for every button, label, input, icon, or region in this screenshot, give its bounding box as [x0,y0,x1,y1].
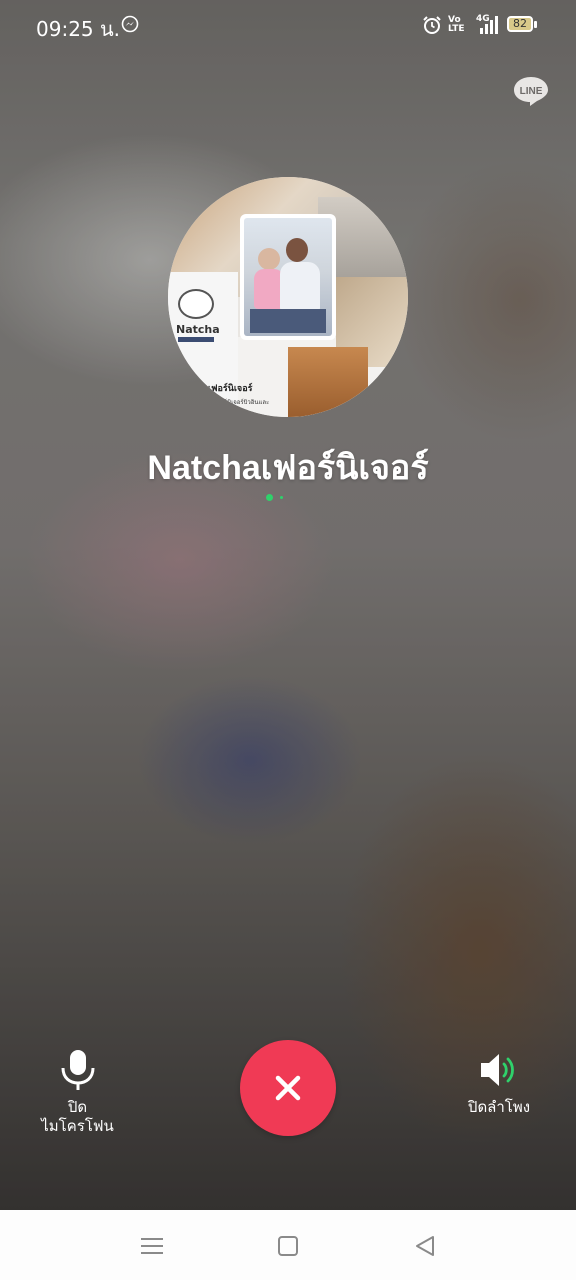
battery-level: 82 [513,17,527,30]
mute-microphone-button[interactable]: ปิด ไมโครโฟน [30,1048,125,1136]
microphone-icon [61,1050,94,1090]
avatar-logo-text: Natcha [176,323,220,336]
contact-avatar: Natcha เฟอร์นิเจอร์ เฟอร์นิเจอร์บิวอินแล… [168,177,408,417]
avatar-caption-2: เฟอร์นิเจอร์บิวอินและ [214,399,270,406]
status-time: 09:25 น. [36,17,121,41]
messenger-icon [121,15,139,33]
menu-icon[interactable] [137,1232,167,1260]
end-call-button[interactable] [240,1040,336,1136]
alarm-icon [423,16,441,34]
svg-text:LINE: LINE [520,86,543,97]
speaker-icon [481,1054,514,1086]
avatar-caption-1: เฟอร์นิเจอร์ [208,384,253,394]
mute-label-line-2: ไมโครโฟน [41,1117,114,1135]
contact-name: Natchaเฟอร์นิเจอร์ [147,449,429,487]
status-bar: 09:25 น. Vo LTE 4G 82 [0,0,576,52]
system-nav-bar [0,1210,576,1280]
connecting-indicator [266,494,296,504]
mute-label-line-1: ปิด [67,1098,88,1116]
home-square-icon[interactable] [273,1232,303,1260]
speaker-label: ปิดลำโพง [467,1098,531,1116]
back-triangle-icon[interactable] [410,1232,440,1260]
baby-logo-icon [178,289,214,319]
signal-icon: 4G [472,14,502,36]
line-logo-icon: LINE [514,77,548,106]
volte-indicator: Vo LTE [448,15,465,34]
speaker-button[interactable]: ปิดลำโพง [450,1048,548,1117]
close-icon [275,1075,301,1101]
battery-icon: 82 [507,16,537,34]
